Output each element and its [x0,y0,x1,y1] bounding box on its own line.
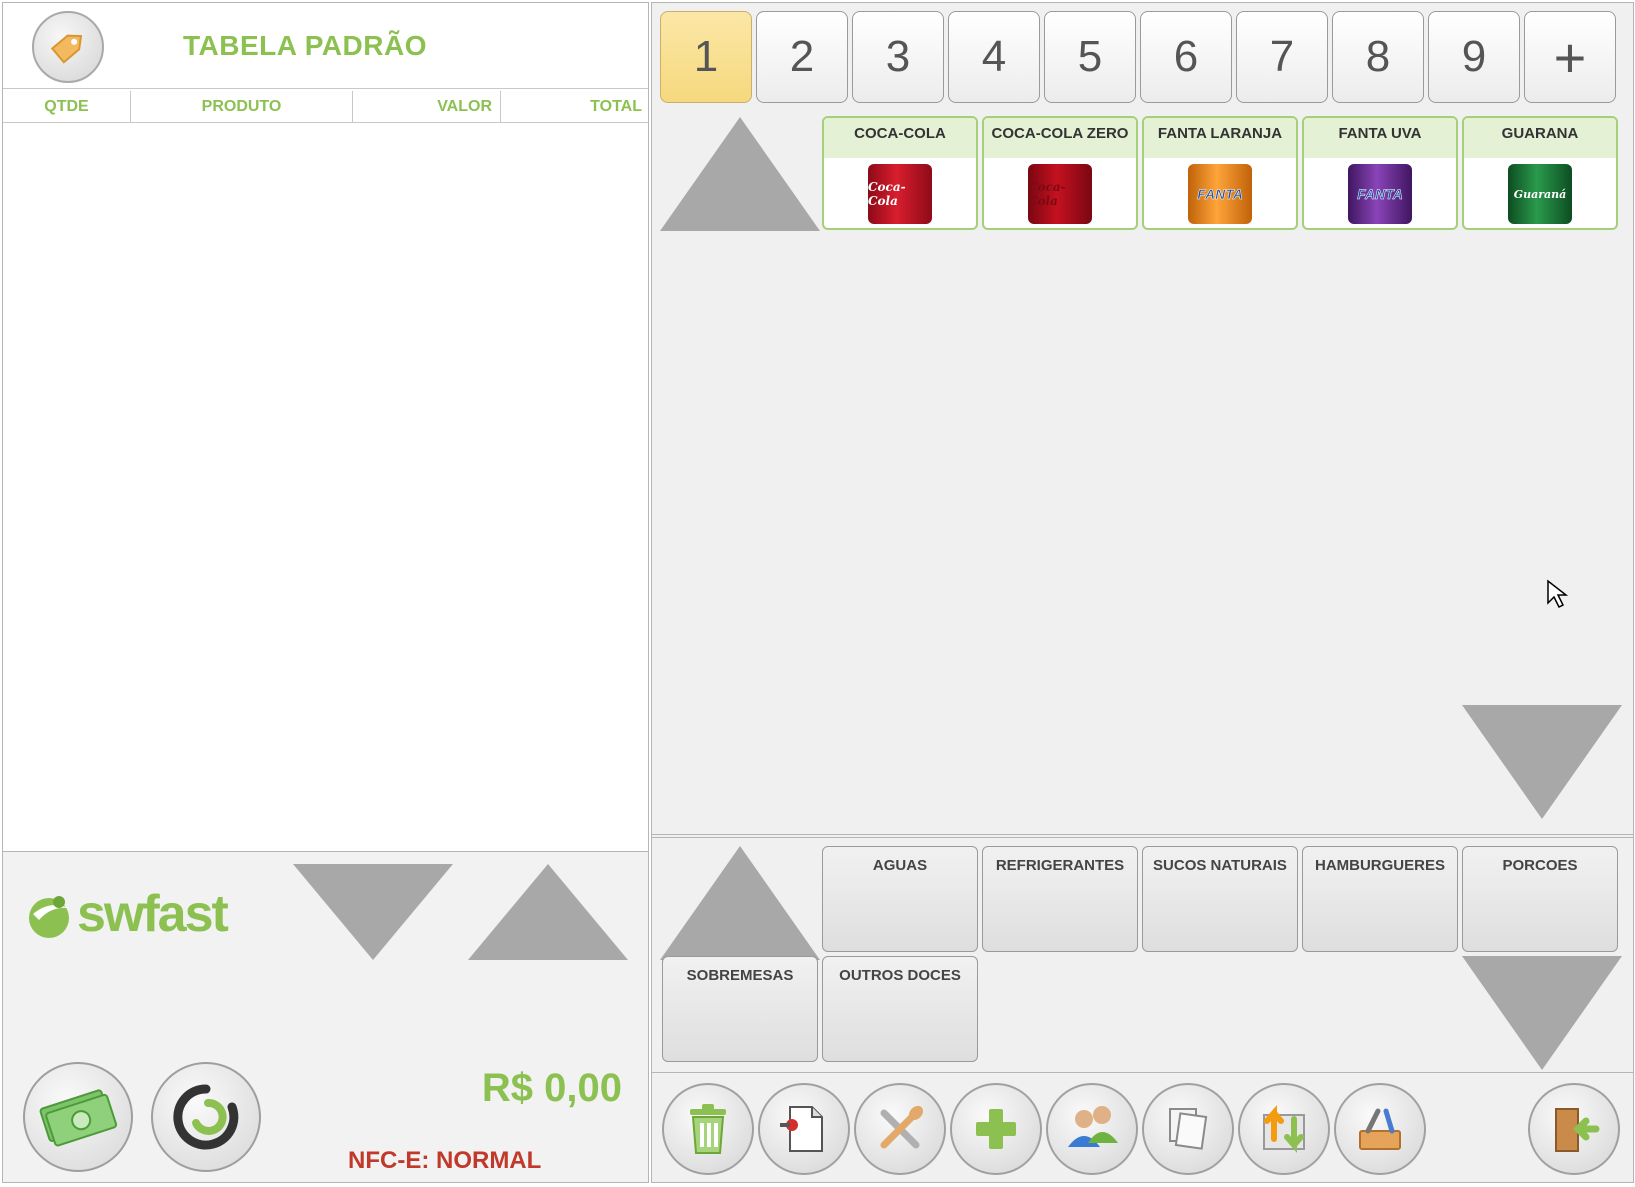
nfce-status: NFC-E: NORMAL [348,1147,542,1174]
category-aguas[interactable]: AGUAS [822,846,978,952]
products-grid: COCA-COLA Coca-Cola COCA-COLA ZERO Coca-… [822,116,1618,230]
dining-button[interactable] [854,1083,946,1175]
customers-button[interactable] [1046,1083,1138,1175]
product-name: COCA-COLA [824,118,976,158]
transfer-button[interactable] [1238,1083,1330,1175]
categories-scroll-up-button[interactable] [660,846,820,960]
page-button-7[interactable]: 7 [1236,11,1328,103]
can-label: Guaraná [1513,187,1567,201]
page-button-5[interactable]: 5 [1044,11,1136,103]
category-sucos-naturais[interactable]: SUCOS NATURAIS [1142,846,1298,952]
swfast-logo-icon [29,896,69,938]
users-icon [1068,1106,1118,1147]
coca-cola-zero-can-image: Coca-Cola [1028,164,1092,224]
catalog-panel: 1 2 3 4 5 6 7 8 9 + COCA-COLA Coca-Cola [651,2,1634,1183]
page-button-6[interactable]: 6 [1140,11,1232,103]
trash-icon [690,1104,726,1154]
scroll-items-down-button[interactable] [293,864,453,960]
guarana-can-image: Guaraná [1508,164,1572,224]
products-area: COCA-COLA Coca-Cola COCA-COLA ZERO Coca-… [652,113,1633,835]
products-scroll-up-button[interactable] [660,117,820,231]
add-page-button[interactable]: + [1524,11,1616,103]
mouse-cursor-icon [1547,579,1568,609]
swfast-logo: swfast [23,884,238,944]
page-button-8[interactable]: 8 [1332,11,1424,103]
documents-icon [1169,1108,1208,1150]
order-header: TABELA PADRÃO [3,3,648,89]
product-name: FANTA UVA [1304,118,1456,158]
sync-button[interactable] [151,1062,261,1172]
documents-button[interactable] [1142,1083,1234,1175]
price-tag-icon [50,34,83,64]
categories-area: AGUAS REFRIGERANTES SUCOS NATURAIS HAMBU… [652,837,1633,1073]
can-label: FANTA [1197,186,1243,203]
can-label: FANTA [1357,186,1403,203]
product-name: COCA-COLA ZERO [984,118,1136,158]
scroll-items-up-button[interactable] [468,864,628,960]
order-columns-header: QTDE PRODUTO VALOR TOTAL [3,91,648,123]
sync-icon [173,1084,239,1150]
page-button-3[interactable]: 3 [852,11,944,103]
order-total-amount: R$ 0,00 [481,1066,622,1110]
can-label: Coca-Cola [1028,180,1066,208]
payment-button[interactable] [23,1062,133,1172]
product-name: GUARANA [1464,118,1616,158]
category-sobremesas[interactable]: SOBREMESAS [662,956,818,1062]
category-refrigerantes[interactable]: REFRIGERANTES [982,846,1138,952]
product-name: FANTA LARANJA [1144,118,1296,158]
product-card-coca-cola[interactable]: COCA-COLA Coca-Cola [822,116,978,230]
price-tag-button[interactable] [32,11,104,83]
transfer-icon [1263,1105,1305,1153]
category-outros-doces[interactable]: OUTROS DOCES [822,956,978,1062]
note-button[interactable] [758,1083,850,1175]
exit-door-icon [1555,1108,1600,1152]
category-hamburgueres[interactable]: HAMBURGUERES [1302,846,1458,952]
page-button-9[interactable]: 9 [1428,11,1520,103]
money-icon [39,1089,118,1147]
order-footer: swfast R$ 0,00 NFC-E: NORMAL [3,851,648,1182]
fanta-grape-can-image: FANTA [1348,164,1412,224]
settings-button[interactable] [1334,1083,1426,1175]
delete-item-button[interactable] [662,1083,754,1175]
product-card-fanta-laranja[interactable]: FANTA LARANJA FANTA [1142,116,1298,230]
order-panel: TABELA PADRÃO QTDE PRODUTO VALOR TOTAL s… [2,2,649,1183]
fanta-orange-can-image: FANTA [1188,164,1252,224]
tools-icon [1359,1108,1401,1150]
coca-cola-can-image: Coca-Cola [868,164,932,224]
plus-icon [976,1109,1016,1149]
exit-button[interactable] [1528,1083,1620,1175]
column-qty: QTDE [3,91,131,123]
page-tabs: 1 2 3 4 5 6 7 8 9 + [660,11,1616,103]
page-button-2[interactable]: 2 [756,11,848,103]
column-value: VALOR [353,91,501,123]
pos-window: TABELA PADRÃO QTDE PRODUTO VALOR TOTAL s… [0,0,1635,1187]
action-toolbar [652,1075,1633,1182]
price-table-title: TABELA PADRÃO [183,30,427,61]
pin-document-icon [780,1106,823,1152]
category-porcoes[interactable]: PORCOES [1462,846,1618,952]
logo-text: swfast [77,885,229,943]
product-card-coca-cola-zero[interactable]: COCA-COLA ZERO Coca-Cola [982,116,1138,230]
categories-scroll-down-button[interactable] [1462,956,1622,1070]
column-total: TOTAL [590,98,642,115]
products-scroll-down-button[interactable] [1462,705,1622,819]
column-product: PRODUTO [131,91,353,123]
cutlery-icon [880,1105,924,1149]
page-button-1[interactable]: 1 [660,11,752,103]
product-card-guarana[interactable]: GUARANA Guaraná [1462,116,1618,230]
page-button-4[interactable]: 4 [948,11,1040,103]
order-items-list[interactable] [3,124,648,852]
product-card-fanta-uva[interactable]: FANTA UVA FANTA [1302,116,1458,230]
add-button[interactable] [950,1083,1042,1175]
can-label: Coca-Cola [868,180,906,208]
